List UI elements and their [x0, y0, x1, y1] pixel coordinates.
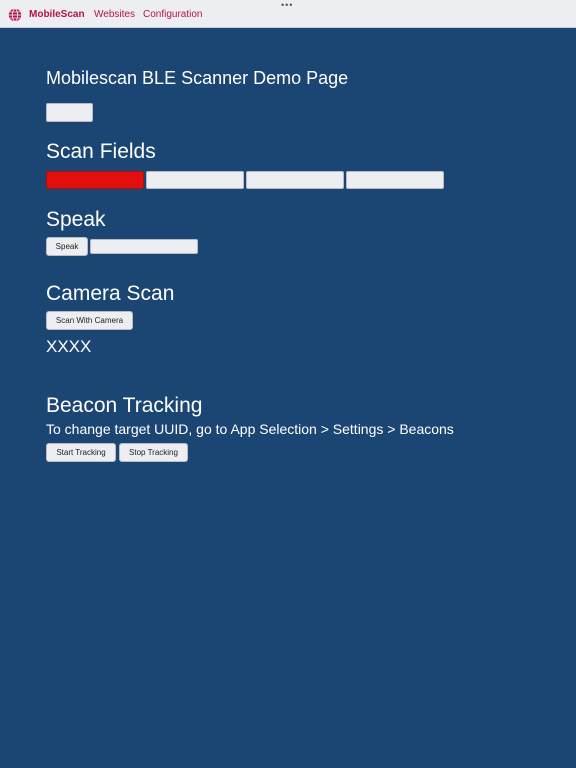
page-title: Mobilescan BLE Scanner Demo Page — [46, 68, 349, 88]
scan-field-3[interactable] — [246, 171, 344, 189]
scan-field-2[interactable] — [146, 171, 244, 189]
more-dots-icon[interactable]: ••• — [281, 1, 293, 10]
top-input-field[interactable] — [46, 103, 93, 122]
speak-text-input[interactable] — [90, 239, 198, 254]
brand-link[interactable]: MobileScan — [29, 8, 85, 22]
camera-scan-result: XXXX — [46, 337, 92, 356]
camera-scan-heading: Camera Scan — [46, 282, 175, 305]
scan-fields-heading: Scan Fields — [46, 140, 156, 163]
speak-heading: Speak — [46, 208, 106, 231]
start-tracking-button[interactable]: Start Tracking — [46, 443, 116, 462]
nav-link-configuration[interactable]: Configuration — [143, 8, 202, 22]
scan-field-1[interactable] — [46, 171, 144, 189]
speak-button[interactable]: Speak — [46, 237, 88, 256]
beacon-tracking-heading: Beacon Tracking — [46, 394, 203, 417]
stop-tracking-button[interactable]: Stop Tracking — [119, 443, 188, 462]
top-nav-bar: ••• MobileScan Websites Configuration — [0, 0, 576, 28]
nav-link-websites[interactable]: Websites — [94, 8, 135, 22]
scan-field-4[interactable] — [346, 171, 444, 189]
beacon-instructions: To change target UUID, go to App Selecti… — [46, 421, 454, 437]
scan-with-camera-button[interactable]: Scan With Camera — [46, 311, 133, 330]
globe-icon[interactable] — [8, 8, 22, 22]
